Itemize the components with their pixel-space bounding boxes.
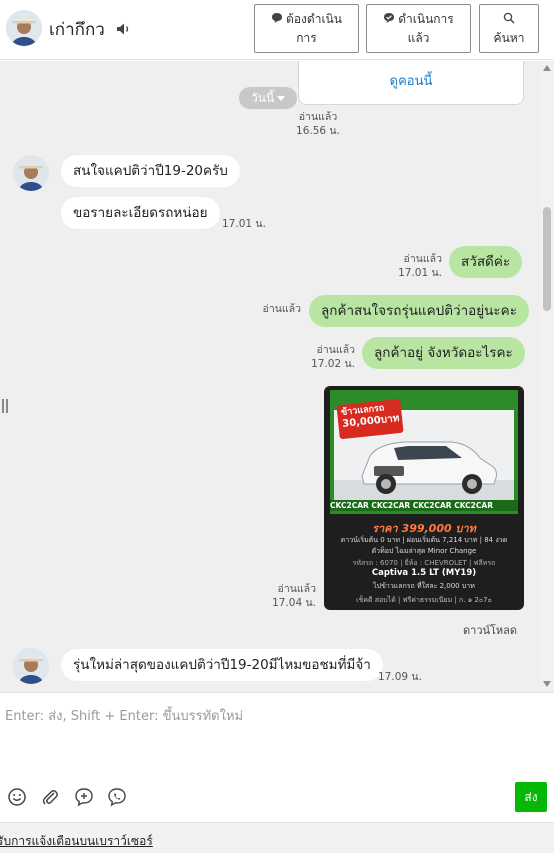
contact-avatar[interactable] (6, 10, 42, 46)
outgoing-message: ลูกค้าอยู่ จังหวัดอะไรคะ (362, 337, 525, 369)
car-option: ตัวท็อป ไฉมล่าสุด Minor Change (371, 547, 477, 555)
chat-check-icon (384, 13, 395, 23)
contact-avatar[interactable] (13, 155, 49, 191)
footer-bar: รับการแจ้งเตือนบนเบราว์เซอร์ (0, 822, 554, 853)
avatar-image (13, 648, 49, 684)
message-time: 17.01 น. (398, 267, 442, 279)
date-filter-pill[interactable]: วันนี้ (239, 87, 297, 109)
search-button[interactable]: ค้นหา (479, 4, 539, 53)
message-input[interactable] (5, 705, 545, 765)
add-comment-icon[interactable] (74, 787, 94, 807)
incoming-message: สนใจแคปติว่าปี19-20ครับ (61, 155, 240, 187)
read-status: อ่านแล้ว (316, 344, 355, 356)
message-time: 16.56 น. (296, 125, 340, 137)
message-time: 17.02 น. (311, 358, 355, 370)
outgoing-message: ลูกค้าสนใจรถรุ่นแคปติว่าอยู่นะคะ (309, 295, 529, 327)
message-composer: ส่ง (0, 692, 554, 822)
car-ad-banner: ข้าวแลกรถ 30,000บาท (330, 390, 518, 514)
avatar-image (13, 155, 49, 191)
search-label: ค้นหา (493, 31, 525, 45)
caret-down-icon (277, 96, 285, 101)
read-status: อ่านแล้ว (277, 583, 316, 595)
brand-strip: CKC2CAR CKC2CAR CKC2CAR CKC2CAR (330, 500, 518, 511)
chat-scrollbar[interactable] (540, 61, 554, 692)
message-meta: อ่านแล้ว 17.01 น. (392, 252, 442, 280)
read-status: อ่านแล้ว (298, 111, 338, 123)
outgoing-message: สวัสดีค่ะ (449, 246, 523, 278)
done-button[interactable]: ดำเนินการ แล้ว (366, 4, 471, 53)
date-pill-label: วันนี้ (251, 91, 275, 105)
needs-action-button[interactable]: ต้องดำเนิน การ (254, 4, 359, 53)
done-label-2: แล้ว (407, 31, 430, 45)
car-model: Captiva 1.5 LT (MY19) (371, 568, 477, 578)
avatar-image (6, 10, 42, 46)
message-meta: อ่านแล้ว 16.56 น. (293, 110, 343, 138)
car-contact: เช็คดี สอบได้ | ฟรีค่าธรรมเนียม | ก. ๑ 2… (356, 596, 492, 604)
contact-name: เก่ากึกว (49, 20, 105, 40)
chat-header: เก่ากึกว ต้องดำเนิน การ ดำเนินการ แล้ว ค… (0, 0, 554, 60)
message-meta: อ่านแล้ว 17.04 น. (266, 582, 316, 610)
resize-handle-icon[interactable] (2, 399, 8, 413)
message-time: 17.01 น. (222, 218, 266, 230)
send-button[interactable]: ส่ง (515, 782, 547, 812)
contact-avatar[interactable] (13, 648, 49, 684)
incoming-message: รุ่นใหม่ล่าสุดของแคปติว่าปี19-20มีไหมขอช… (61, 649, 383, 681)
promo-badge: ข้าวแลกรถ 30,000บาท (336, 398, 404, 440)
needs-action-label-2: การ (296, 31, 317, 45)
emoji-icon[interactable] (7, 787, 27, 807)
search-icon (503, 12, 515, 24)
attachment-icon[interactable] (40, 787, 60, 807)
needs-action-label-1: ต้องดำเนิน (286, 12, 342, 26)
message-time: 17.04 น. (272, 597, 316, 609)
chat-bubble-icon (272, 13, 283, 23)
car-trade: ไปข้าวแลกรถ ที่ใสละ 2,000 บาท (373, 582, 475, 590)
scroll-up-arrow-icon[interactable] (543, 65, 551, 71)
read-status: อ่านแล้ว (262, 303, 301, 315)
scroll-down-arrow-icon[interactable] (543, 681, 551, 687)
done-label-1: ดำเนินการ (398, 12, 454, 26)
scroll-thumb[interactable] (543, 207, 551, 311)
read-status: อ่านแล้ว (403, 253, 442, 265)
speaker-icon[interactable] (115, 20, 133, 38)
browser-notification-link[interactable]: รับการแจ้งเตือนบนเบราว์เซอร์ (0, 832, 153, 851)
car-finance: ดาวน์เริ่มต้น 0 บาท | ผ่อนเริ่มต้น 7,214… (340, 536, 508, 544)
download-link[interactable]: ดาวน์โหลด (463, 621, 517, 639)
incoming-message: ขอรายละเอียดรถหน่อย (61, 197, 220, 229)
car-ad-image[interactable]: ข้าวแลกรถ 30,000บาท CKC2CAR CKC2CAR CKC2… (324, 386, 524, 610)
message-meta: อ่านแล้ว 17.02 น. (305, 343, 355, 371)
line-call-icon[interactable] (107, 787, 127, 807)
coupon-card: ดูคอนนี้ (298, 61, 524, 105)
message-time: 17.09 น. (378, 671, 422, 683)
coupon-link[interactable]: ดูคอนนี้ (299, 70, 523, 91)
